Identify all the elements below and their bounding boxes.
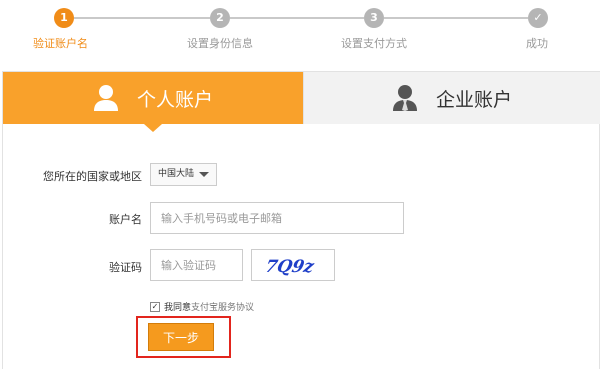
step-connector — [384, 17, 528, 19]
tab-business-account[interactable]: 企业账户 — [303, 72, 600, 124]
step-1-label: 验证账户名 — [33, 37, 88, 50]
captcha-label: 验证码 — [109, 261, 142, 274]
step-2-label: 设置身份信息 — [187, 37, 253, 50]
tab-business-label: 企业账户 — [435, 88, 512, 111]
step-3-label: 设置支付方式 — [341, 37, 407, 50]
region-label: 您所在的国家或地区 — [43, 170, 142, 183]
agreement-text: 我同意 — [164, 303, 192, 313]
tab-personal-label: 个人账户 — [136, 88, 213, 111]
step-1-badge: 1 — [54, 8, 74, 28]
step-connector — [74, 17, 210, 19]
agreement-link[interactable]: 支付宝服务协议 — [191, 300, 254, 313]
captcha-graphic: 7Q9z — [263, 257, 317, 277]
agreement-row: ✓ 我同意 支付宝服务协议 — [150, 300, 254, 313]
captcha-text: 7Q9z — [263, 257, 317, 277]
captcha-input[interactable] — [150, 249, 243, 281]
region-select[interactable]: 中国大陆 — [150, 163, 217, 186]
region-select-value: 中国大陆 — [158, 169, 195, 179]
step-4-label: 成功 — [526, 37, 548, 50]
business-user-icon — [392, 85, 417, 111]
agreement-checkbox[interactable]: ✓ — [150, 301, 160, 312]
chevron-down-icon — [199, 172, 209, 177]
step-connector — [230, 17, 364, 19]
tab-active-pointer — [144, 124, 162, 132]
account-label: 账户名 — [109, 213, 142, 226]
tab-personal-account[interactable]: 个人账户 — [3, 72, 303, 124]
step-success-check-icon: ✓ — [528, 8, 548, 28]
step-2-badge: 2 — [210, 8, 230, 28]
progress-steps: 1 2 3 ✓ 验证账户名 设置身份信息 设置支付方式 成功 — [0, 0, 600, 62]
next-step-button[interactable]: 下一步 — [148, 323, 214, 351]
user-icon — [93, 85, 118, 111]
step-3-badge: 3 — [364, 8, 384, 28]
captcha-image[interactable]: 7Q9z — [251, 249, 335, 281]
account-input[interactable] — [150, 202, 404, 234]
